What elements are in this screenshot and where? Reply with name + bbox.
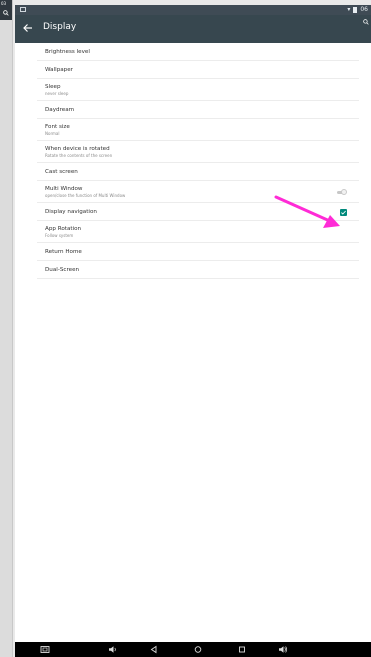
setting-return-home[interactable]: Return Home (37, 243, 359, 261)
screenshot-icon[interactable] (40, 645, 50, 654)
volume-down-icon[interactable] (108, 645, 118, 654)
arrow-left-icon[interactable] (21, 21, 35, 35)
setting-dual-screen[interactable]: Dual-Screen (37, 261, 359, 279)
setting-subtitle: Normal (45, 130, 60, 136)
setting-subtitle: Rotate the contents of the screen (45, 152, 113, 158)
notification-icon (20, 7, 26, 12)
setting-brightness[interactable]: Brightness level (37, 43, 359, 61)
setting-title: Cast screen (45, 168, 78, 175)
search-icon[interactable] (3, 10, 9, 16)
app-toolbar: Display (15, 15, 371, 43)
left-strip-header: 03 (0, 0, 12, 20)
setting-title: Font size (45, 123, 70, 130)
setting-wallpaper[interactable]: Wallpaper (37, 61, 359, 79)
background-window-strip: 03 (0, 0, 13, 657)
settings-list: Brightness level Wallpaper Sleep never s… (37, 43, 359, 279)
navigation-bar (15, 642, 371, 657)
setting-title: Sleep (45, 83, 61, 90)
battery-icon (353, 6, 358, 13)
search-icon[interactable] (363, 19, 369, 25)
status-bar: ▾ 06 (15, 5, 371, 15)
clock-text: 06 (360, 6, 368, 13)
recents-square-icon[interactable] (237, 645, 247, 654)
setting-title: Multi Window (45, 185, 83, 192)
setting-title: When device is rotated (45, 145, 110, 152)
setting-title: Dual-Screen (45, 266, 80, 273)
signal-icon: ▾ (347, 6, 351, 13)
page-title: Display (43, 22, 77, 32)
setting-daydream[interactable]: Daydream (37, 101, 359, 119)
setting-sleep[interactable]: Sleep never sleep (37, 79, 359, 101)
setting-title: Brightness level (45, 48, 90, 55)
left-strip-text: 03 (1, 1, 7, 6)
volume-up-icon[interactable] (278, 645, 288, 654)
back-triangle-icon[interactable] (149, 645, 159, 654)
setting-title: Return Home (45, 248, 82, 255)
setting-cast-screen[interactable]: Cast screen (37, 163, 359, 181)
home-circle-icon[interactable] (193, 645, 203, 654)
setting-rotation[interactable]: When device is rotated Rotate the conten… (37, 141, 359, 163)
setting-font-size[interactable]: Font size Normal (37, 119, 359, 141)
setting-title: Daydream (45, 106, 75, 113)
setting-subtitle: Follow system (45, 232, 74, 238)
status-right: ▾ 06 (347, 6, 368, 13)
annotation-arrow-icon (274, 195, 340, 228)
setting-subtitle: never sleep (45, 90, 69, 96)
setting-title: Wallpaper (45, 66, 73, 73)
display-settings-screen: ▾ 06 Display Brightness level Wallpaper … (15, 5, 371, 642)
